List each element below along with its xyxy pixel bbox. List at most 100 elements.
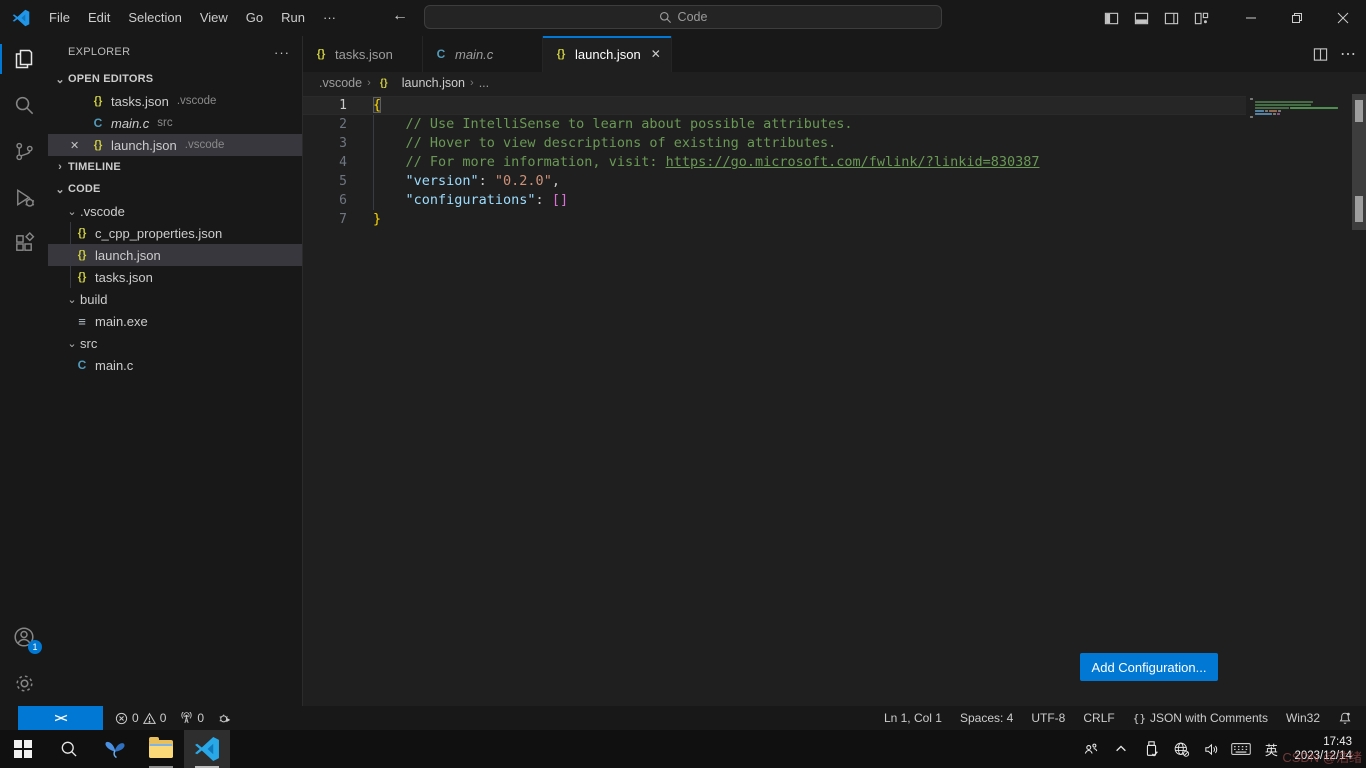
menu-selection[interactable]: Selection — [119, 3, 190, 33]
error-icon — [115, 712, 128, 725]
section-code[interactable]: ⌄CODE — [48, 178, 302, 200]
remote-icon: >< — [54, 711, 66, 725]
tree-item-main-exe[interactable]: ≡main.exe — [48, 310, 302, 332]
activity-source-control-icon[interactable] — [0, 128, 48, 174]
language-mode[interactable]: {} JSON with Comments — [1127, 711, 1274, 725]
tab-tasks-json[interactable]: {}tasks.json — [303, 36, 423, 72]
section-open-editors[interactable]: ⌄OPEN EDITORS — [48, 68, 302, 90]
ports-status[interactable]: 0 — [174, 711, 210, 725]
line-content: { — [373, 96, 381, 115]
settings-gear-icon[interactable] — [0, 660, 48, 706]
code-line[interactable]: 7} — [303, 210, 1246, 229]
menu-run[interactable]: Run — [272, 3, 314, 33]
menu-go[interactable]: Go — [237, 3, 272, 33]
taskbar-file-explorer[interactable] — [138, 730, 184, 768]
menu-edit[interactable]: Edit — [79, 3, 119, 33]
tab-launch-json[interactable]: {}launch.json✕ — [543, 36, 672, 72]
code-line[interactable]: 4// For more information, visit: https:/… — [303, 153, 1246, 172]
item-path-suffix: src — [157, 117, 172, 129]
activity-run-debug-icon[interactable] — [0, 174, 48, 220]
breadcrumb-folder[interactable]: .vscode — [319, 76, 362, 90]
people-icon[interactable] — [1078, 730, 1104, 768]
indent-guide — [70, 244, 71, 266]
code-line[interactable]: 5"version": "0.2.0", — [303, 172, 1246, 191]
close-editor-icon[interactable]: ✕ — [70, 139, 90, 152]
tree-item-tasks-json[interactable]: {}tasks.json — [48, 266, 302, 288]
toggle-secondary-sidebar-icon[interactable] — [1156, 3, 1186, 33]
remote-indicator[interactable]: >< — [18, 706, 103, 730]
menu-file[interactable]: File — [40, 3, 79, 33]
taskbar-search-button[interactable] — [46, 730, 92, 768]
editor-scrollbar[interactable] — [1352, 94, 1366, 230]
tree-item-launch-json[interactable]: {}launch.json — [48, 244, 302, 266]
tree-item-launch-json[interactable]: ✕{}launch.json.vscode — [48, 134, 302, 156]
toggle-sidebar-icon[interactable] — [1096, 3, 1126, 33]
network-globe-icon[interactable] — [1168, 730, 1194, 768]
tree-item-vscode[interactable]: ⌄.vscode — [48, 200, 302, 222]
tab-main-c[interactable]: Cmain.c — [423, 36, 543, 72]
activity-explorer-icon[interactable] — [0, 36, 48, 82]
more-actions-icon[interactable]: ⋯ — [1340, 44, 1356, 64]
chevron-down-icon: ⌄ — [64, 293, 80, 306]
tree-item-src[interactable]: ⌄src — [48, 332, 302, 354]
status-left: 0 0 0 — [109, 711, 238, 725]
section-timeline[interactable]: ›TIMELINE — [48, 156, 302, 178]
breadcrumb-file[interactable]: launch.json — [402, 76, 465, 90]
toggle-panel-icon[interactable] — [1126, 3, 1156, 33]
token: : — [479, 173, 495, 189]
customize-layout-icon[interactable] — [1186, 3, 1216, 33]
back-arrow-icon[interactable]: ← — [392, 7, 408, 25]
code-line[interactable]: 6"configurations": [] — [303, 191, 1246, 210]
scrollbar-thumb[interactable] — [1355, 100, 1363, 122]
minimap[interactable] — [1250, 98, 1350, 119]
start-button[interactable] — [0, 730, 46, 768]
line-content: // Hover to view descriptions of existin… — [373, 134, 836, 153]
taskbar-clock[interactable]: 17:43 2023/12/14 — [1288, 735, 1362, 764]
taskbar-app-butterfly[interactable] — [92, 730, 138, 768]
keyboard-ime-icon[interactable] — [1228, 730, 1254, 768]
comment-link[interactable]: https://go.microsoft.com/fwlink/?linkid=… — [666, 154, 1040, 170]
code-editor[interactable]: 1{2// Use IntelliSense to learn about po… — [303, 94, 1366, 706]
tree-item-build[interactable]: ⌄build — [48, 288, 302, 310]
account-icon[interactable]: 1 — [0, 614, 48, 660]
line-number: 2 — [303, 115, 347, 134]
cursor-position[interactable]: Ln 1, Col 1 — [878, 711, 948, 725]
tree-item-main-c[interactable]: Cmain.c — [48, 354, 302, 376]
close-window-button[interactable] — [1320, 0, 1366, 36]
code-line[interactable]: 1{ — [303, 96, 1246, 115]
notifications-bell[interactable] — [1332, 711, 1358, 725]
usb-icon[interactable] — [1138, 730, 1164, 768]
line-number: 6 — [303, 191, 347, 210]
window-controls — [1096, 0, 1366, 36]
menu-item[interactable]: ··· — [314, 3, 345, 33]
command-center-search[interactable]: Code — [424, 5, 942, 29]
debug-status[interactable] — [212, 711, 238, 725]
indentation[interactable]: Spaces: 4 — [954, 711, 1019, 725]
volume-icon[interactable] — [1198, 730, 1224, 768]
taskbar-vscode[interactable] — [184, 730, 230, 768]
title-bar: FileEditSelectionViewGoRun··· ← → Code — [0, 0, 1366, 36]
menu-view[interactable]: View — [191, 3, 237, 33]
minimize-button[interactable] — [1228, 0, 1274, 36]
activity-search-icon[interactable] — [0, 82, 48, 128]
eol-sequence[interactable]: CRLF — [1077, 711, 1120, 725]
encoding[interactable]: UTF-8 — [1025, 711, 1071, 725]
close-tab-icon[interactable]: ✕ — [641, 47, 661, 61]
code-line[interactable]: 3// Hover to view descriptions of existi… — [303, 134, 1246, 153]
split-editor-icon[interactable] — [1313, 47, 1328, 62]
add-configuration-button[interactable]: Add Configuration... — [1080, 653, 1218, 681]
tree-item-c-cpp-properties-json[interactable]: {}c_cpp_properties.json — [48, 222, 302, 244]
ime-indicator[interactable]: 英 — [1258, 740, 1284, 759]
restore-button[interactable] — [1274, 0, 1320, 36]
activity-extensions-icon[interactable] — [0, 220, 48, 266]
tray-chevron-up-icon[interactable] — [1108, 730, 1134, 768]
windows-logo-icon — [14, 740, 32, 758]
platform[interactable]: Win32 — [1280, 711, 1326, 725]
tree-item-tasks-json[interactable]: {}tasks.json.vscode — [48, 90, 302, 112]
scrollbar-thumb-secondary[interactable] — [1355, 196, 1363, 222]
sidebar-more-icon[interactable]: ··· — [274, 45, 290, 60]
code-line[interactable]: 2// Use IntelliSense to learn about poss… — [303, 115, 1246, 134]
problems-status[interactable]: 0 0 — [109, 711, 172, 725]
tree-item-main-c[interactable]: Cmain.csrc — [48, 112, 302, 134]
breadcrumb-more[interactable]: ... — [479, 76, 489, 90]
